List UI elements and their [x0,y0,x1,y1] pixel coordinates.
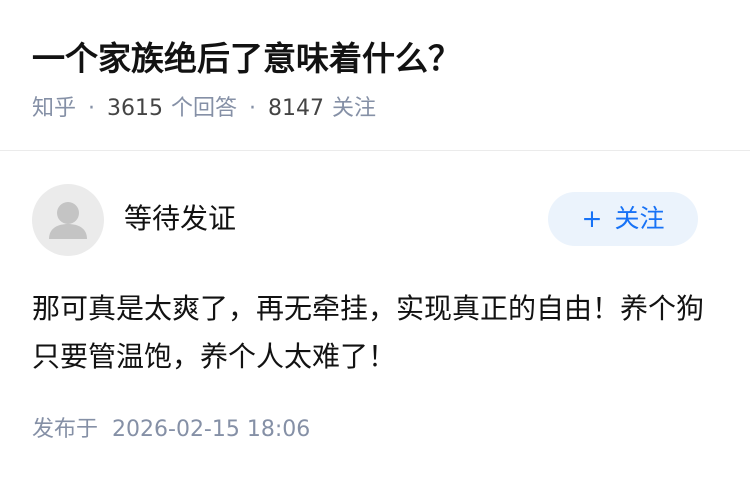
publish-timestamp: 2026-02-15 18:06 [112,417,311,442]
follow-count-label: 关注 [332,96,377,121]
question-title[interactable]: 一个家族绝后了意味着什么？ [32,36,461,82]
avatar[interactable] [32,184,104,256]
follow-button[interactable]: + 关注 [548,192,698,246]
plus-icon: + [581,204,603,233]
follow-count: 8147 [268,96,325,121]
meta-separator: · [88,96,96,121]
question-meta: 知乎 · 3615 个回答 · 8147 关注 [32,93,376,125]
answer-count-label: 个回答 [171,96,238,121]
answer-count: 3615 [107,96,164,121]
question-header: 一个家族绝后了意味着什么？ 知乎 · 3615 个回答 · 8147 关注 [0,0,750,151]
author-name[interactable]: 等待发证 [124,199,236,239]
meta-separator: · [249,96,257,121]
answer-card: 等待发证 + 关注 那可真是太爽了，再无牵挂，实现真正的自由！养个狗只要管温饱，养… [0,151,750,481]
publish-info: 发布于 2026-02-15 18:06 [32,413,310,447]
source-label[interactable]: 知乎 [32,96,76,121]
answer-content[interactable]: 那可真是太爽了，再无牵挂，实现真正的自由！养个狗只要管温饱，养个人太难了！ [32,285,712,381]
follow-button-label: 关注 [614,204,665,233]
publish-label: 发布于 [32,417,99,442]
default-user-avatar-icon [49,202,87,239]
